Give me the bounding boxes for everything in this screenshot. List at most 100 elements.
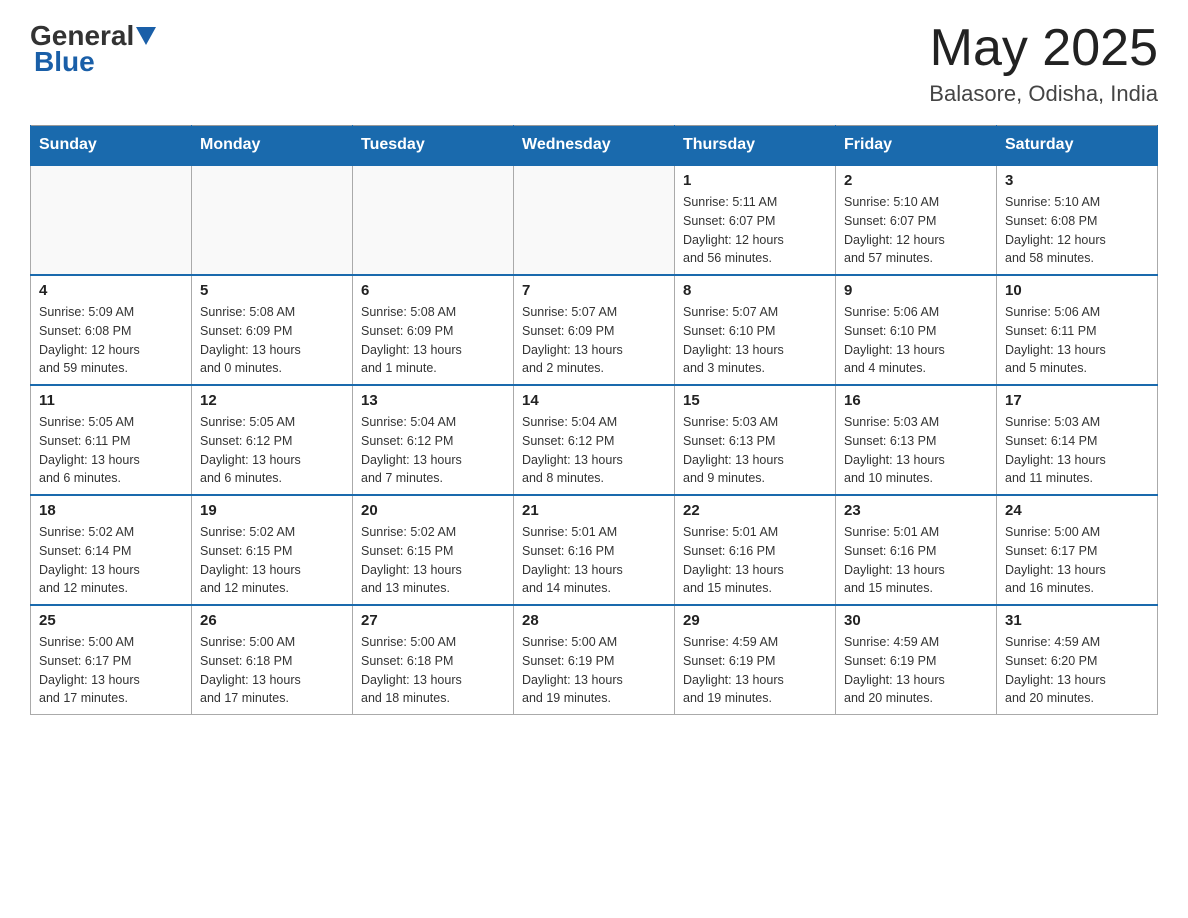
day-number: 20 [361, 502, 505, 519]
title-block: May 2025 Balasore, Odisha, India [929, 20, 1158, 107]
day-info: Sunrise: 5:07 AMSunset: 6:10 PMDaylight:… [683, 303, 827, 378]
calendar-cell: 27Sunrise: 5:00 AMSunset: 6:18 PMDayligh… [353, 605, 514, 715]
calendar-cell: 29 Sunrise: 4:59 AMSunset: 6:19 PMDayligh… [675, 605, 836, 715]
calendar-cell: 4 Sunrise: 5:09 AMSunset: 6:08 PMDaylight… [31, 275, 192, 385]
calendar-cell: 9Sunrise: 5:06 AMSunset: 6:10 PMDaylight… [836, 275, 997, 385]
day-info: Sunrise: 5:08 AMSunset: 6:09 PMDaylight:… [200, 303, 344, 378]
calendar-cell: 10 Sunrise: 5:06 AMSunset: 6:11 PMDayligh… [997, 275, 1158, 385]
day-number: 17 [1005, 392, 1149, 409]
day-info: Sunrise: 5:00 AMSunset: 6:17 PMDaylight:… [39, 633, 183, 708]
calendar-cell: 18 Sunrise: 5:02 AMSunset: 6:14 PMDayligh… [31, 495, 192, 605]
calendar-cell: 1Sunrise: 5:11 AMSunset: 6:07 PMDaylight… [675, 165, 836, 275]
calendar-cell: 23 Sunrise: 5:01 AMSunset: 6:16 PMDayligh… [836, 495, 997, 605]
day-number: 23 [844, 502, 988, 519]
day-number: 22 [683, 502, 827, 519]
day-number: 4 [39, 282, 183, 299]
day-info: Sunrise: 4:59 AMSunset: 6:19 PMDaylight:… [844, 633, 988, 708]
day-number: 9 [844, 282, 988, 299]
day-number: 3 [1005, 172, 1149, 189]
day-info: Sunrise: 5:04 AMSunset: 6:12 PMDaylight:… [522, 413, 666, 488]
day-info: Sunrise: 5:01 AMSunset: 6:16 PMDaylight:… [683, 523, 827, 598]
day-number: 29 [683, 612, 827, 629]
calendar-cell: 3 Sunrise: 5:10 AMSunset: 6:08 PMDaylight… [997, 165, 1158, 275]
calendar-header-row: SundayMondayTuesdayWednesdayThursdayFrid… [31, 126, 1158, 166]
day-number: 18 [39, 502, 183, 519]
day-info: Sunrise: 5:05 AMSunset: 6:11 PMDaylight:… [39, 413, 183, 488]
day-info: Sunrise: 4:59 AMSunset: 6:20 PMDaylight:… [1005, 633, 1149, 708]
calendar-cell: 31Sunrise: 4:59 AMSunset: 6:20 PMDayligh… [997, 605, 1158, 715]
calendar-cell: 30 Sunrise: 4:59 AMSunset: 6:19 PMDayligh… [836, 605, 997, 715]
calendar-cell: 5 Sunrise: 5:08 AMSunset: 6:09 PMDaylight… [192, 275, 353, 385]
day-info: Sunrise: 4:59 AMSunset: 6:19 PMDaylight:… [683, 633, 827, 708]
calendar-cell [514, 165, 675, 275]
day-info: Sunrise: 5:11 AMSunset: 6:07 PMDaylight:… [683, 193, 827, 268]
calendar-cell: 14Sunrise: 5:04 AMSunset: 6:12 PMDayligh… [514, 385, 675, 495]
calendar-cell: 2 Sunrise: 5:10 AMSunset: 6:07 PMDaylight… [836, 165, 997, 275]
calendar-cell: 8Sunrise: 5:07 AMSunset: 6:10 PMDaylight… [675, 275, 836, 385]
day-number: 13 [361, 392, 505, 409]
calendar-cell [192, 165, 353, 275]
calendar-table: SundayMondayTuesdayWednesdayThursdayFrid… [30, 125, 1158, 715]
calendar-header-friday: Friday [836, 126, 997, 166]
day-info: Sunrise: 5:00 AMSunset: 6:19 PMDaylight:… [522, 633, 666, 708]
day-number: 28 [522, 612, 666, 629]
day-number: 25 [39, 612, 183, 629]
day-number: 11 [39, 392, 183, 409]
day-info: Sunrise: 5:00 AMSunset: 6:18 PMDaylight:… [200, 633, 344, 708]
logo: General Blue [30, 20, 158, 78]
day-number: 27 [361, 612, 505, 629]
day-info: Sunrise: 5:00 AMSunset: 6:17 PMDaylight:… [1005, 523, 1149, 598]
calendar-cell: 19Sunrise: 5:02 AMSunset: 6:15 PMDayligh… [192, 495, 353, 605]
calendar-week-row: 18 Sunrise: 5:02 AMSunset: 6:14 PMDayligh… [31, 495, 1158, 605]
calendar-header-saturday: Saturday [997, 126, 1158, 166]
day-number: 5 [200, 282, 344, 299]
calendar-header-thursday: Thursday [675, 126, 836, 166]
day-info: Sunrise: 5:09 AMSunset: 6:08 PMDaylight:… [39, 303, 183, 378]
day-number: 26 [200, 612, 344, 629]
calendar-week-row: 1Sunrise: 5:11 AMSunset: 6:07 PMDaylight… [31, 165, 1158, 275]
calendar-cell: 24 Sunrise: 5:00 AMSunset: 6:17 PMDayligh… [997, 495, 1158, 605]
calendar-week-row: 4 Sunrise: 5:09 AMSunset: 6:08 PMDaylight… [31, 275, 1158, 385]
calendar-header-monday: Monday [192, 126, 353, 166]
day-info: Sunrise: 5:03 AMSunset: 6:14 PMDaylight:… [1005, 413, 1149, 488]
day-info: Sunrise: 5:04 AMSunset: 6:12 PMDaylight:… [361, 413, 505, 488]
month-title: May 2025 [929, 20, 1158, 77]
day-number: 2 [844, 172, 988, 189]
day-number: 19 [200, 502, 344, 519]
calendar-cell: 13 Sunrise: 5:04 AMSunset: 6:12 PMDayligh… [353, 385, 514, 495]
calendar-cell: 22 Sunrise: 5:01 AMSunset: 6:16 PMDayligh… [675, 495, 836, 605]
day-info: Sunrise: 5:10 AMSunset: 6:08 PMDaylight:… [1005, 193, 1149, 268]
logo-blue-text: Blue [34, 46, 95, 78]
day-info: Sunrise: 5:10 AMSunset: 6:07 PMDaylight:… [844, 193, 988, 268]
calendar-cell: 15Sunrise: 5:03 AMSunset: 6:13 PMDayligh… [675, 385, 836, 495]
day-info: Sunrise: 5:07 AMSunset: 6:09 PMDaylight:… [522, 303, 666, 378]
calendar-week-row: 11 Sunrise: 5:05 AMSunset: 6:11 PMDayligh… [31, 385, 1158, 495]
calendar-cell: 28 Sunrise: 5:00 AMSunset: 6:19 PMDayligh… [514, 605, 675, 715]
day-info: Sunrise: 5:06 AMSunset: 6:11 PMDaylight:… [1005, 303, 1149, 378]
calendar-cell: 12Sunrise: 5:05 AMSunset: 6:12 PMDayligh… [192, 385, 353, 495]
calendar-cell: 20 Sunrise: 5:02 AMSunset: 6:15 PMDayligh… [353, 495, 514, 605]
day-number: 30 [844, 612, 988, 629]
page-header: General Blue May 2025 Balasore, Odisha, … [30, 20, 1158, 107]
calendar-cell: 11 Sunrise: 5:05 AMSunset: 6:11 PMDayligh… [31, 385, 192, 495]
day-number: 10 [1005, 282, 1149, 299]
day-info: Sunrise: 5:08 AMSunset: 6:09 PMDaylight:… [361, 303, 505, 378]
calendar-cell: 7 Sunrise: 5:07 AMSunset: 6:09 PMDaylight… [514, 275, 675, 385]
calendar-cell: 17 Sunrise: 5:03 AMSunset: 6:14 PMDayligh… [997, 385, 1158, 495]
day-info: Sunrise: 5:01 AMSunset: 6:16 PMDaylight:… [844, 523, 988, 598]
calendar-cell: 25 Sunrise: 5:00 AMSunset: 6:17 PMDayligh… [31, 605, 192, 715]
location: Balasore, Odisha, India [929, 81, 1158, 107]
day-info: Sunrise: 5:05 AMSunset: 6:12 PMDaylight:… [200, 413, 344, 488]
calendar-cell: 16 Sunrise: 5:03 AMSunset: 6:13 PMDayligh… [836, 385, 997, 495]
day-info: Sunrise: 5:02 AMSunset: 6:14 PMDaylight:… [39, 523, 183, 598]
calendar-cell: 6 Sunrise: 5:08 AMSunset: 6:09 PMDaylight… [353, 275, 514, 385]
logo-arrow-icon [136, 27, 156, 45]
calendar-header-tuesday: Tuesday [353, 126, 514, 166]
day-info: Sunrise: 5:03 AMSunset: 6:13 PMDaylight:… [844, 413, 988, 488]
calendar-header-wednesday: Wednesday [514, 126, 675, 166]
day-number: 24 [1005, 502, 1149, 519]
day-number: 6 [361, 282, 505, 299]
day-number: 16 [844, 392, 988, 409]
day-info: Sunrise: 5:02 AMSunset: 6:15 PMDaylight:… [361, 523, 505, 598]
day-number: 7 [522, 282, 666, 299]
